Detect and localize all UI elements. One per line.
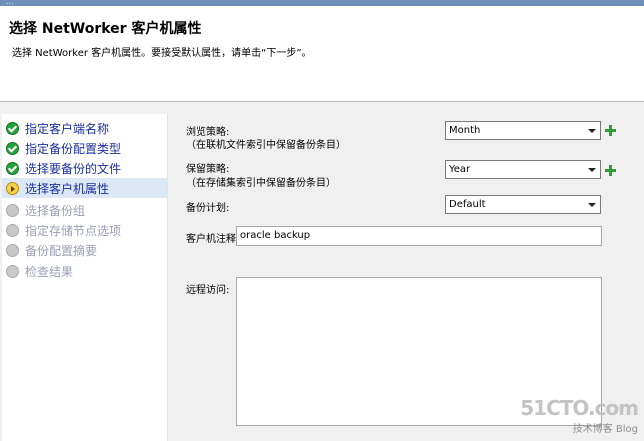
step-label: 选择客户机属性 bbox=[25, 181, 110, 196]
chevron-down-icon bbox=[588, 203, 596, 207]
comment-label: 客户机注释: bbox=[186, 234, 240, 245]
step-label: 选择备份组 bbox=[25, 203, 86, 218]
current-arrow-icon bbox=[6, 181, 19, 195]
add-browse-policy-icon[interactable] bbox=[605, 125, 616, 136]
check-icon bbox=[6, 161, 19, 175]
wizard-header: 选择 NetWorker 客户机属性 选择 NetWorker 客户机属性。要接… bbox=[0, 6, 644, 102]
remote-access-label: 远程访问: bbox=[186, 285, 230, 296]
step-label: 备份配置摘要 bbox=[25, 243, 98, 258]
watermark-main: 51CTO.com bbox=[520, 396, 639, 420]
page-title: 选择 NetWorker 客户机属性 bbox=[9, 21, 202, 37]
watermark: 51CTO.com 技术博客 Blog bbox=[520, 396, 639, 435]
browse-policy-note: （在联机文件索引中保留备份条目） bbox=[186, 140, 346, 151]
schedule-label: 备份计划: bbox=[186, 203, 230, 214]
page-subtitle: 选择 NetWorker 客户机属性。要接受默认属性，请单击“下一步”。 bbox=[12, 48, 312, 59]
schedule-select[interactable]: Default bbox=[445, 195, 601, 214]
step-label: 检查结果 bbox=[25, 264, 74, 279]
step-storage-node: 指定存储节点选项 bbox=[2, 220, 167, 240]
chevron-down-icon bbox=[588, 168, 596, 172]
watermark-sub: 技术博客 Blog bbox=[572, 424, 638, 435]
wizard-steps-panel: 指定客户端名称 指定备份配置类型 选择要备份的文件 选择客户机属性 选择备份组 … bbox=[2, 114, 168, 441]
retention-policy-value: Year bbox=[449, 164, 471, 175]
browse-policy-value: Month bbox=[449, 125, 481, 136]
pending-dot-icon bbox=[6, 264, 19, 278]
schedule-value: Default bbox=[449, 199, 486, 210]
pending-dot-icon bbox=[6, 203, 19, 217]
browse-policy-select[interactable]: Month bbox=[445, 121, 601, 140]
step-backup-group: 选择备份组 bbox=[2, 200, 167, 220]
step-label: 选择要备份的文件 bbox=[25, 161, 122, 176]
comment-input[interactable]: oracle backup bbox=[236, 226, 602, 246]
add-retention-policy-icon[interactable] bbox=[605, 165, 616, 176]
step-client-name[interactable]: 指定客户端名称 bbox=[2, 118, 167, 138]
retention-policy-note: （在存储集索引中保留备份条目） bbox=[186, 178, 336, 189]
chevron-down-icon bbox=[588, 129, 596, 133]
step-label: 指定备份配置类型 bbox=[25, 141, 122, 156]
retention-policy-select[interactable]: Year bbox=[445, 160, 601, 179]
step-select-files[interactable]: 选择要备份的文件 bbox=[2, 158, 167, 178]
check-icon bbox=[6, 141, 19, 155]
step-label: 指定客户端名称 bbox=[25, 121, 110, 136]
step-label: 指定存储节点选项 bbox=[25, 223, 122, 238]
step-client-properties[interactable]: 选择客户机属性 bbox=[2, 178, 167, 198]
check-icon bbox=[6, 121, 19, 135]
pending-dot-icon bbox=[6, 223, 19, 237]
pending-dot-icon bbox=[6, 243, 19, 257]
step-check-results: 检查结果 bbox=[2, 261, 167, 281]
retention-policy-label: 保留策略: bbox=[186, 164, 230, 175]
step-config-summary: 备份配置摘要 bbox=[2, 240, 167, 260]
step-backup-config-type[interactable]: 指定备份配置类型 bbox=[2, 138, 167, 158]
